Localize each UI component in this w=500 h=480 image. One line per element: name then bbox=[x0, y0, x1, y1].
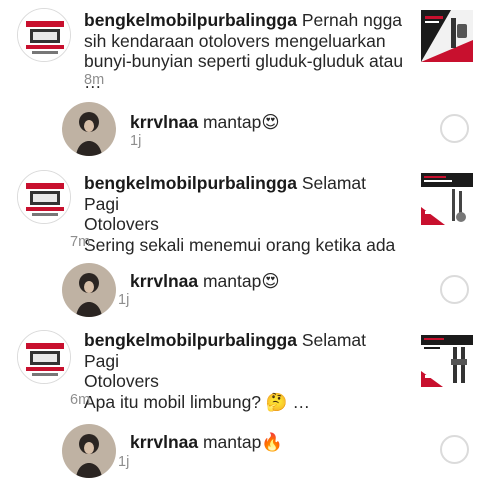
notification-item[interactable]: krrvlnaa mantap😍 1j bbox=[0, 92, 500, 162]
post-thumbnail[interactable] bbox=[421, 173, 473, 225]
username[interactable]: krrvlnaa bbox=[130, 112, 198, 132]
timestamp: 8m bbox=[84, 72, 105, 88]
shop-avatar[interactable] bbox=[17, 8, 71, 62]
shop-logo-icon bbox=[18, 9, 70, 61]
timestamp: 1j bbox=[130, 133, 142, 149]
username[interactable]: bengkelmobilpurbalingga bbox=[84, 173, 297, 193]
notification-text: bengkelmobilpurbalingga Pernah ngga sih … bbox=[84, 10, 404, 92]
heart-eyes-emoji: 😍 bbox=[261, 272, 280, 292]
username[interactable]: bengkelmobilpurbalingga bbox=[84, 330, 297, 350]
post-thumbnail[interactable] bbox=[421, 10, 473, 62]
notification-item[interactable]: bengkelmobilpurbalingga Selamat Pagi Oto… bbox=[0, 162, 500, 275]
select-circle[interactable] bbox=[440, 435, 469, 464]
comment-text: krrvlnaa mantap🔥 bbox=[130, 432, 390, 454]
caption-line: bunyi-bunyian seperti gluduk-gluduk atau… bbox=[84, 51, 404, 92]
timestamp: 6m bbox=[70, 392, 91, 408]
caption-line: sih kendaraan otolovers mengeluarkan bbox=[84, 30, 386, 51]
user-avatar[interactable] bbox=[62, 102, 116, 156]
car-part-post-thumbnail bbox=[421, 173, 473, 225]
username[interactable]: bengkelmobilpurbalingga bbox=[84, 10, 297, 30]
caption-line: Pernah ngga bbox=[301, 10, 403, 30]
caption-line: Apa itu mobil limbung? 🤔 … bbox=[84, 391, 311, 412]
user-avatar-icon bbox=[62, 102, 116, 156]
shop-logo-icon bbox=[18, 331, 70, 383]
user-avatar-icon bbox=[62, 424, 116, 478]
car-part-post-thumbnail bbox=[421, 335, 473, 387]
shop-avatar[interactable] bbox=[17, 330, 71, 384]
comment-text: krrvlnaa mantap😍 bbox=[130, 271, 390, 293]
shop-logo-icon bbox=[18, 171, 70, 223]
comment-body: mantap bbox=[202, 271, 262, 291]
notification-item[interactable]: krrvlnaa mantap😍 1j bbox=[0, 257, 500, 324]
shop-avatar[interactable] bbox=[17, 170, 71, 224]
fire-emoji: 🔥 bbox=[261, 433, 284, 453]
username[interactable]: krrvlnaa bbox=[130, 271, 198, 291]
caption-line: Otolovers bbox=[84, 214, 159, 234]
post-thumbnail[interactable] bbox=[421, 335, 473, 387]
comment-body: mantap bbox=[202, 432, 262, 452]
notification-item[interactable]: bengkelmobilpurbalingga Selamat Pagi Oto… bbox=[0, 324, 500, 414]
user-avatar-icon bbox=[62, 263, 116, 317]
username[interactable]: krrvlnaa bbox=[130, 432, 198, 452]
select-circle[interactable] bbox=[440, 275, 469, 304]
notification-item[interactable]: krrvlnaa mantap🔥 1j bbox=[0, 414, 500, 480]
heart-eyes-emoji: 😍 bbox=[261, 113, 280, 133]
timestamp: 7m bbox=[70, 234, 91, 250]
user-avatar[interactable] bbox=[62, 263, 116, 317]
timestamp: 1j bbox=[118, 454, 130, 470]
timestamp: 1j bbox=[118, 292, 130, 308]
notification-text: bengkelmobilpurbalingga Selamat Pagi Oto… bbox=[84, 330, 404, 412]
comment-text: krrvlnaa mantap😍 bbox=[130, 112, 390, 134]
notification-item[interactable]: bengkelmobilpurbalingga Pernah ngga sih … bbox=[0, 0, 500, 92]
select-circle[interactable] bbox=[440, 114, 469, 143]
caption-line: Otolovers bbox=[84, 371, 159, 391]
car-part-post-thumbnail bbox=[421, 10, 473, 62]
user-avatar[interactable] bbox=[62, 424, 116, 478]
comment-body: mantap bbox=[202, 112, 262, 132]
